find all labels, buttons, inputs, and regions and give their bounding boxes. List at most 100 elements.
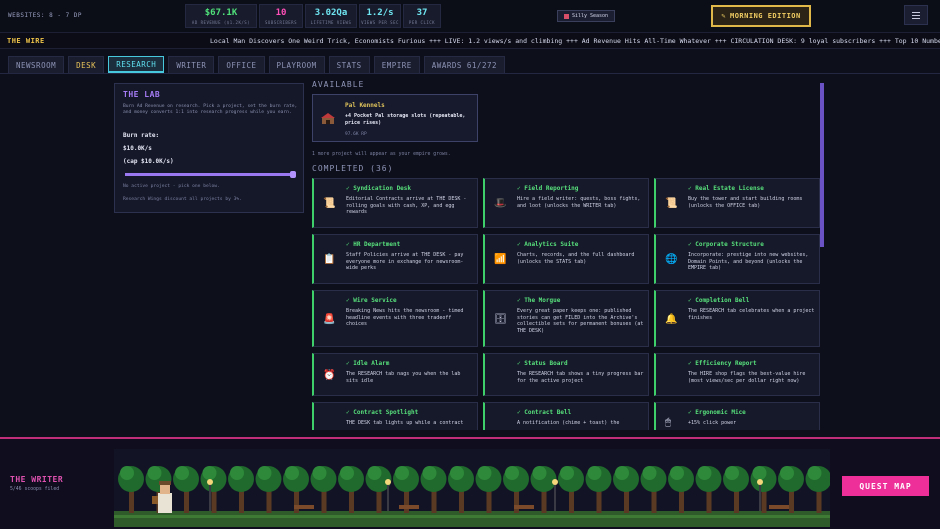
research-card-status-board[interactable]: ✓ Status Board The RESEARCH tab shows a t… — [483, 353, 649, 396]
stat-views-per-sec: 1.2/s VIEWS PER SEC — [359, 4, 401, 28]
card-description: The RESEARCH tab celebrates when a proje… — [688, 308, 815, 321]
research-card-contract-spotlight[interactable]: ✓ Contract Spotlight THE DESK tab lights … — [312, 402, 478, 430]
lamp-light — [207, 479, 213, 485]
writer-subtitle: 5/46 scoops filed — [10, 487, 60, 492]
tree-trunk — [706, 491, 712, 513]
card-description: The HIRE shop flags the best-value hire … — [688, 371, 806, 384]
tree-highlight — [312, 466, 327, 480]
tab-empire[interactable]: EMPIRE — [373, 56, 420, 73]
tab-research[interactable]: RESEARCH — [108, 56, 165, 73]
stat-per-click: 37 PER CLICK — [403, 4, 441, 28]
season-badge[interactable]: Silly Season — [557, 10, 615, 22]
research-card-field-reporting[interactable]: 🎩 ✓ Field Reporting Hire a field writer: q… — [483, 178, 649, 228]
burn-rate-fill — [125, 173, 295, 176]
tree-highlight — [532, 466, 547, 480]
research-card-wire-service[interactable]: 🚨 ✓ Wire Service Breaking News hits the ne… — [312, 290, 478, 347]
globe-icon: 🌐 — [665, 254, 678, 265]
research-card-the-morgue[interactable]: 🗄 ✓ The Morgue Every great paper keeps one… — [483, 290, 649, 347]
research-card-corporate-structure[interactable]: 🌐 ✓ Corporate Structure Incorporate: prest… — [654, 234, 820, 284]
card-title: ✓ Wire Service — [346, 297, 397, 304]
scroll-icon: 📜 — [323, 198, 336, 209]
no-project-note: No active project - pick one below. — [123, 184, 220, 189]
tab-stats[interactable]: STATS — [328, 56, 370, 73]
stat-value: $67.1K — [204, 7, 238, 18]
scrollbar-thumb[interactable] — [820, 83, 824, 247]
research-card-efficiency-report[interactable]: ✓ Efficiency Report The HIRE shop flags t… — [654, 353, 820, 396]
card-title: ✓ Completion Bell — [688, 297, 750, 304]
stat-value: 10 — [275, 7, 287, 18]
card-title: ✓ Analytics Suite — [517, 241, 579, 248]
tree-trunk — [266, 491, 272, 513]
tab-playroom[interactable]: PLAYROOM — [268, 56, 325, 73]
research-card-completion-bell[interactable]: 🔔 ✓ Completion Bell The RESEARCH tab celeb… — [654, 290, 820, 347]
project-card-pal-kennels[interactable]: Pal Kennels +4 Pocket Pal storage slots … — [312, 94, 478, 142]
park-scene — [114, 449, 830, 527]
research-card-syndication-desk[interactable]: 📜 ✓ Syndication Desk Editorial Contracts a… — [312, 178, 478, 228]
burn-rate-slider[interactable] — [125, 171, 296, 178]
bell-icon: 🔔 — [665, 314, 678, 325]
tree-highlight — [340, 466, 354, 480]
tree-highlight — [395, 466, 409, 480]
card-title: ✓ Idle Alarm — [346, 360, 390, 367]
alarm-icon: ⏰ — [323, 370, 336, 381]
burn-rate-knob[interactable] — [290, 171, 296, 178]
research-card-analytics-suite[interactable]: 📶 ✓ Analytics Suite Charts, records, and t… — [483, 234, 649, 284]
card-description: Charts, records, and the full dashboard … — [517, 252, 635, 265]
discount-note: Research Wings discount all projects by … — [123, 197, 242, 202]
card-description: The RESEARCH tab shows a tiny progress b… — [517, 371, 644, 384]
writer-body — [158, 493, 172, 513]
card-title: ✓ Ergonomic Mice — [688, 409, 746, 416]
card-description: Incorporate: prestige into new websites,… — [688, 252, 809, 272]
calendar-icon — [563, 13, 569, 19]
stat-value: 37 — [416, 7, 428, 18]
card-description: A notification (chime + toast) the — [517, 420, 620, 426]
research-card-contract-bell[interactable]: ✓ Contract Bell A notification (chime + t… — [483, 402, 649, 430]
tab-divider — [0, 73, 940, 74]
project-effect: +4 Pocket Pal storage slots (repeatable,… — [345, 113, 466, 126]
research-card-hr-department[interactable]: 📋 ✓ HR Department Staff Policies arrive at… — [312, 234, 478, 284]
tree-highlight — [642, 466, 657, 480]
project-cost: 97.6K RP — [345, 132, 367, 137]
stat-label: VIEWS PER SEC — [361, 19, 399, 25]
completed-heading: COMPLETED (36) — [312, 164, 394, 173]
tab-writer[interactable]: WRITER — [168, 56, 215, 73]
more-projects-note: 1 more project will appear as your empir… — [312, 152, 451, 157]
clipboard-icon: 📋 — [323, 254, 336, 265]
chart-icon: 📶 — [494, 254, 507, 265]
morning-edition-button[interactable]: ✎ MORNING EDITION — [711, 5, 811, 27]
tree-highlight — [807, 466, 822, 480]
tab-newsroom[interactable]: NEWSROOM — [8, 56, 65, 73]
lab-description: Burn Ad Revenue on research. Pick a proj… — [123, 104, 298, 116]
tree-highlight — [422, 466, 437, 480]
card-title: ✓ HR Department — [346, 241, 401, 248]
tree-highlight — [257, 466, 272, 480]
quest-map-button[interactable]: QUEST MAP — [842, 476, 929, 496]
card-title: ✓ Syndication Desk — [346, 185, 412, 192]
park-bench — [294, 505, 314, 509]
tree-trunk — [541, 491, 547, 513]
tab-office[interactable]: OFFICE — [218, 56, 265, 73]
card-title: ✓ Efficiency Report — [688, 360, 757, 367]
research-card-idle-alarm[interactable]: ⏰ ✓ Idle Alarm The RESEARCH tab nags you w… — [312, 353, 478, 396]
tab-bar: NEWSROOM DESK RESEARCH WRITER OFFICE PLAYROOM… — [8, 56, 505, 73]
deed-icon: 📜 — [665, 198, 678, 209]
stat-label: PER CLICK — [408, 19, 436, 25]
tree-highlight — [175, 466, 189, 480]
tab-desk[interactable]: DESK — [68, 56, 105, 73]
hamburger-menu-button[interactable] — [904, 5, 928, 25]
tree-highlight — [147, 466, 162, 480]
tree-trunk — [789, 491, 794, 513]
tree-highlight — [505, 466, 519, 480]
research-card-ergonomic-mice[interactable]: 🖱 ✓ Ergonomic Mice +15% click power — [654, 402, 820, 430]
tab-awards-61-272[interactable]: AWARDS 61/272 — [423, 56, 505, 73]
card-description: Editorial Contracts arrive at THE DESK -… — [346, 196, 467, 216]
lamp-light — [757, 479, 763, 485]
burn-rate-cap: (cap $10.0K/s) — [123, 158, 174, 165]
research-card-real-estate-license[interactable]: 📜 ✓ Real Estate License Buy the tower and … — [654, 178, 820, 228]
card-description: Breaking News hits the newsroom - timed … — [346, 308, 464, 328]
writer-title: THE WRITER — [10, 475, 64, 484]
pencil-icon: ✎ — [721, 12, 726, 20]
tree-highlight — [697, 466, 712, 480]
tree-trunk — [321, 491, 327, 513]
stat-label: LIFETIME VIEWS — [310, 19, 352, 25]
